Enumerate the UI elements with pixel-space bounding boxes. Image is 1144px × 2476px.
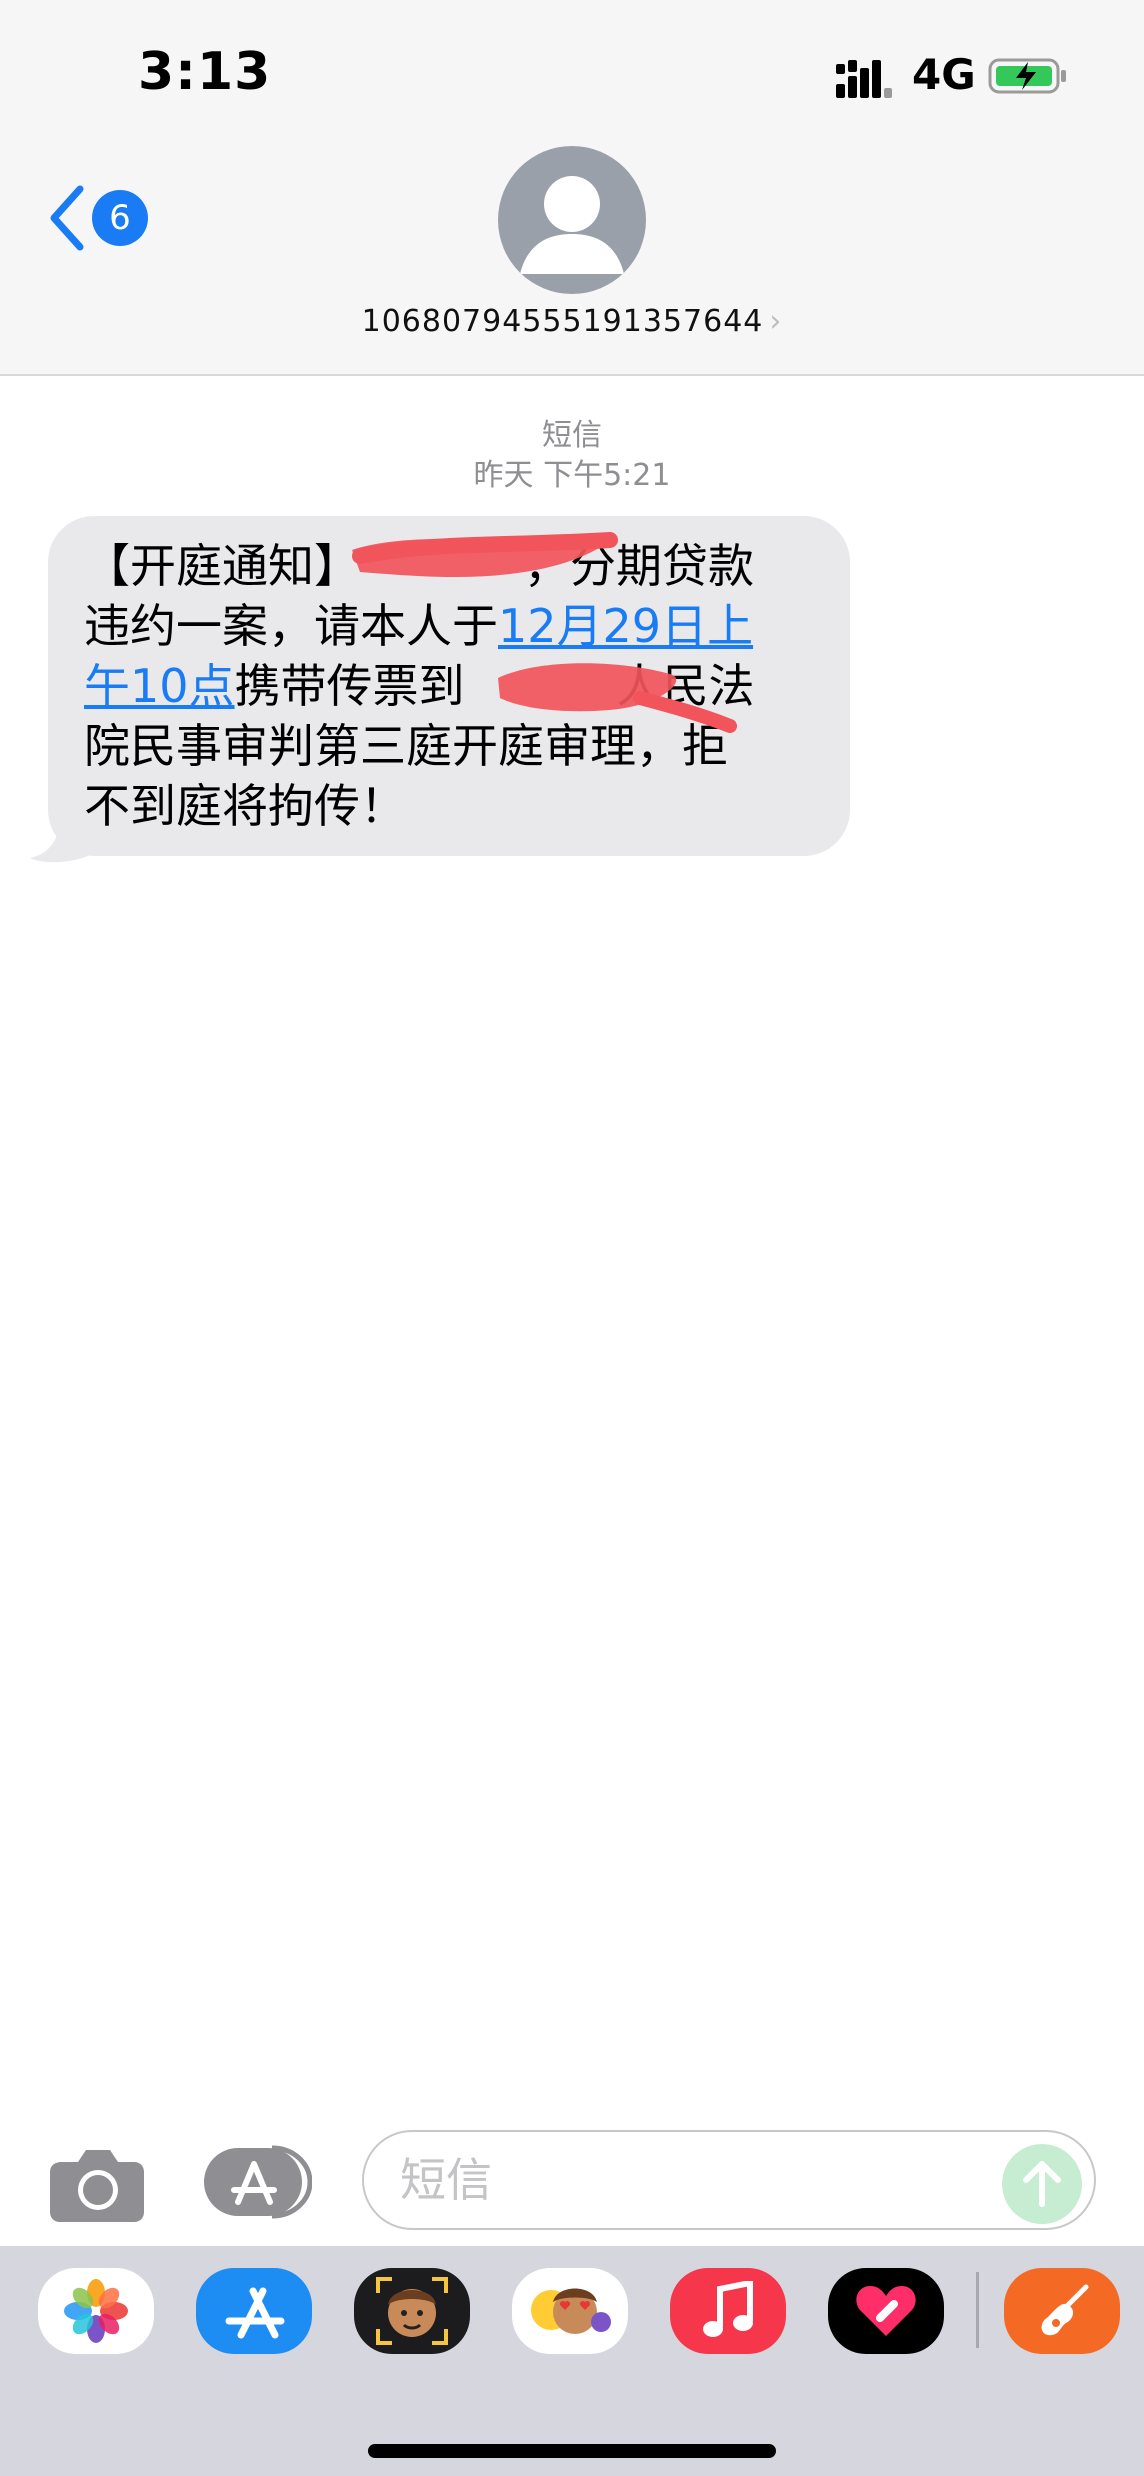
chevron-left-icon (50, 185, 84, 251)
music-note-icon (703, 2281, 753, 2337)
contact-name[interactable]: 10680794555191357644 › (0, 304, 1144, 339)
redaction-scribble (498, 663, 737, 733)
date-link[interactable]: 12月29日上 (498, 599, 753, 653)
chevron-right-icon: › (769, 304, 783, 339)
digital-touch-app[interactable] (828, 2268, 944, 2354)
memoji-camera-icon (376, 2277, 448, 2345)
memoji-stickers-icon (531, 2288, 611, 2334)
photos-icon (64, 2279, 128, 2343)
garageband-app[interactable] (1004, 2268, 1120, 2354)
home-indicator[interactable] (368, 2444, 776, 2458)
app-store-icon (225, 2287, 285, 2339)
message-line: 不到庭将拘传！ (84, 779, 406, 833)
app-drawer-icon[interactable] (202, 2144, 312, 2220)
unread-count-badge: 6 (92, 190, 148, 246)
guitar-icon (1041, 2284, 1089, 2336)
network-type: 4G (912, 50, 976, 99)
music-app[interactable] (670, 2268, 786, 2354)
contact-avatar[interactable] (498, 146, 646, 294)
message-line: 违约一案，请本人于12月29日上 (84, 599, 754, 653)
person-icon (520, 176, 624, 274)
status-time: 3:13 (138, 42, 272, 102)
dock-divider (976, 2272, 979, 2348)
app-store-app[interactable] (196, 2268, 312, 2354)
message-timestamp: 昨天 下午5:21 (473, 458, 671, 493)
back-button[interactable]: 6 (46, 178, 152, 258)
contact-number: 10680794555191357644 (361, 304, 764, 339)
memoji-stickers-app[interactable] (512, 2268, 628, 2354)
photos-app[interactable] (38, 2268, 154, 2354)
message-input[interactable]: 短信 (362, 2130, 1096, 2230)
memoji-camera-app[interactable] (354, 2268, 470, 2354)
battery-charging-icon (988, 58, 1066, 94)
send-button[interactable] (1002, 2144, 1082, 2224)
navigation-header: 3:13 4G 6 10680794555191357644 › (0, 0, 1144, 376)
camera-icon[interactable] (48, 2146, 146, 2222)
digital-touch-icon (856, 2286, 916, 2336)
arrow-up-icon (1023, 2161, 1061, 2207)
redaction-scribble (352, 532, 618, 578)
service-label: 短信 (542, 418, 602, 453)
time-link[interactable]: 午10点 (84, 659, 235, 713)
cellular-signal-icon (836, 60, 892, 98)
